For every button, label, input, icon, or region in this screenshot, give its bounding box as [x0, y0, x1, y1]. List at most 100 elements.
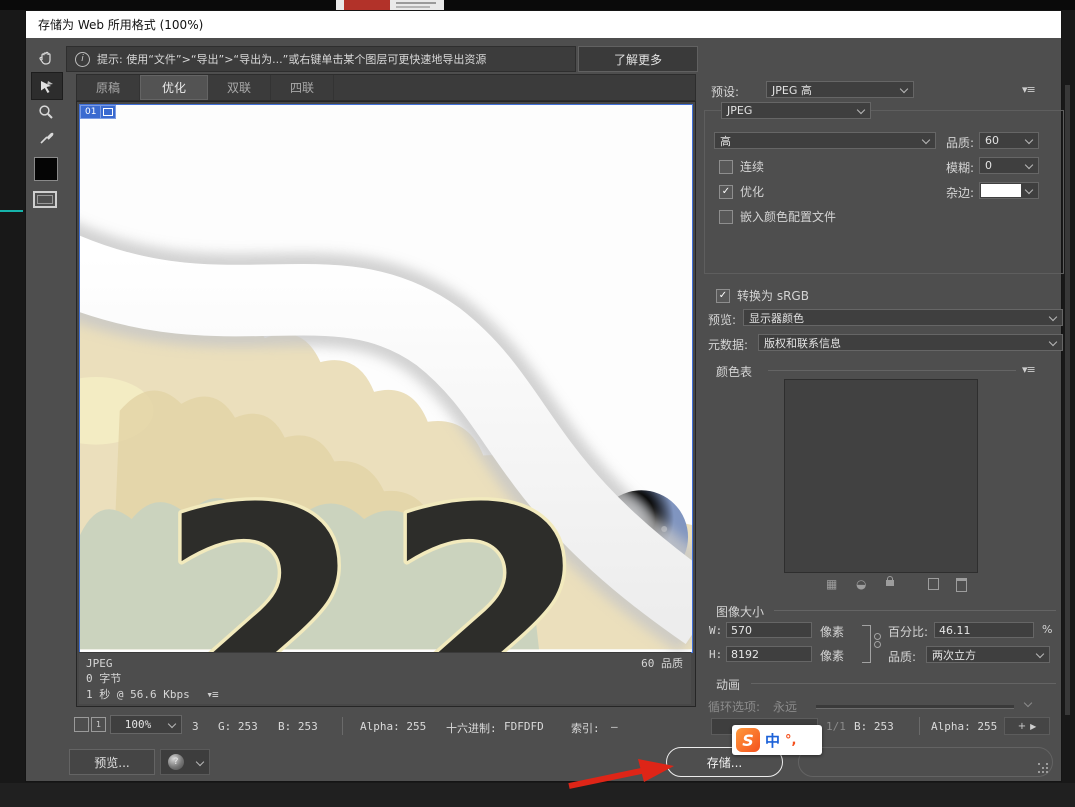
convert-srgb-checkbox[interactable]: ✓ 转换为 sRGB [716, 287, 809, 304]
blur-dropdown[interactable]: 0 [979, 157, 1039, 174]
background-panel-edge [1065, 85, 1070, 715]
loop-options-label: 循环选项: [708, 698, 760, 715]
image-size-header: 图像大小 [716, 603, 764, 620]
slice-toggle-icon[interactable] [74, 717, 89, 732]
preview-mode-dropdown[interactable]: 显示器颜色 [743, 309, 1063, 326]
chevron-down-icon [900, 84, 908, 92]
resize-grip[interactable] [1038, 763, 1040, 765]
color-table-header: 颜色表 [716, 363, 752, 380]
cancel-button-ghost[interactable] [798, 747, 1053, 777]
color-table-swatches[interactable] [784, 379, 978, 573]
status-menu-icon[interactable]: ▾≡ [206, 688, 217, 701]
matte-label: 杂边: [946, 184, 974, 201]
status-filesize: 0 字节 [86, 671, 684, 686]
zoom-icon [37, 103, 55, 121]
slice-image-icon [101, 105, 116, 119]
tip-message: i 提示: 使用“文件”>“导出”>“导出为...”或右键单击某个图层可更快速地… [66, 46, 576, 72]
hand-tool-button[interactable] [31, 45, 61, 71]
percent-unit: % [1042, 623, 1052, 636]
width-unit: 像素 [820, 623, 844, 640]
chevron-down-icon [1049, 312, 1057, 320]
toggle-slices-visibility-button[interactable] [33, 191, 57, 208]
preview-in-browser-button[interactable]: 预览... [69, 749, 155, 775]
height-label: H: [709, 648, 722, 661]
format-dropdown[interactable]: JPEG [721, 102, 871, 119]
zoom-tool-button[interactable] [31, 99, 61, 125]
quality-dropdown[interactable]: 60 [979, 132, 1039, 149]
embed-profile-checkbox[interactable]: 嵌入颜色配置文件 [719, 208, 836, 225]
chevron-down-icon [1025, 185, 1033, 193]
quality-label: 品质: [946, 134, 974, 151]
info-icon: i [75, 52, 90, 67]
preview-canvas[interactable]: 22 01 [79, 104, 693, 653]
r-readout: 3 [192, 720, 199, 733]
eyedropper-color-swatch[interactable] [34, 157, 58, 181]
web-shift-icon[interactable]: ◒ [856, 577, 866, 591]
color-table-menu-icon[interactable]: ▾≡ [1022, 363, 1035, 376]
hex-label: 十六进制: [446, 720, 497, 736]
preview-frame: 22 01 JPEG 0 字节 1 秒 @ 56.6 Kbps ▾≡ 60 品质 [76, 101, 696, 707]
percent-input[interactable]: 46.11 [934, 622, 1034, 638]
matte-dropdown[interactable] [979, 182, 1039, 199]
status-quality: 60 品质 [641, 656, 683, 671]
hex-value: FDFDFD [504, 720, 544, 733]
dialog-titlebar[interactable]: 存储为 Web 所用格式 (100%) [26, 11, 1061, 38]
preview-mode-label: 预览: [708, 311, 736, 328]
index-value: — [611, 720, 618, 733]
frame-nav-buttons[interactable]: + ▶ [1004, 717, 1050, 735]
checkbox-unchecked [719, 160, 733, 174]
guide-line [0, 210, 23, 212]
artwork: 22 [80, 105, 692, 652]
ime-indicator[interactable]: S 中 °, [732, 725, 822, 755]
checkbox-unchecked [719, 210, 733, 224]
new-color-icon[interactable] [928, 578, 939, 590]
anim-b-readout: B: 253 [854, 720, 894, 733]
status-speed: 1 秒 @ 56.6 Kbps [86, 688, 190, 701]
metadata-dropdown[interactable]: 版权和联系信息 [758, 334, 1063, 351]
slice-badge[interactable]: 01 [80, 105, 116, 119]
width-input[interactable]: 570 [726, 622, 812, 638]
annotation-arrow [566, 753, 678, 793]
loop-options-chevron-icon[interactable] [1024, 699, 1032, 707]
chevron-down-icon [1025, 135, 1033, 143]
ime-language-toggle[interactable]: 中 [765, 730, 780, 751]
optimized-checkbox[interactable]: ✓ 优化 [719, 183, 764, 200]
anim-alpha-readout: Alpha: 255 [931, 720, 997, 733]
tab-2up[interactable]: 双联 [208, 75, 271, 100]
ime-punctuation-toggle[interactable]: °, [785, 733, 796, 748]
link-dimensions-bracket [862, 625, 871, 663]
slice-number: 01 [80, 105, 101, 119]
background-window-strip [0, 0, 1075, 10]
chevron-down-icon [196, 758, 204, 766]
compression-quality-dropdown[interactable]: 高 [714, 132, 936, 149]
delete-color-icon[interactable] [956, 578, 967, 592]
slice-info-icon[interactable]: 1 [91, 717, 106, 732]
zoom-level-dropdown[interactable]: 100% [110, 715, 182, 734]
next-frame-plus-icon[interactable]: + [1018, 721, 1026, 732]
hand-icon [37, 49, 55, 67]
preview-status: JPEG 0 字节 1 秒 @ 56.6 Kbps ▾≡ 60 品质 [79, 652, 691, 704]
height-input[interactable]: 8192 [726, 646, 812, 662]
tab-4up[interactable]: 四联 [271, 75, 334, 100]
frame-counter: 1/1 [826, 720, 846, 733]
preset-dropdown[interactable]: JPEG 高 [766, 81, 914, 98]
browser-dropdown-chevron[interactable] [191, 749, 210, 775]
preset-panel-menu-icon[interactable]: ▾≡ [1022, 83, 1035, 96]
artwork-number: 22 [157, 446, 608, 652]
slice-select-tool-button[interactable] [31, 72, 63, 100]
g-readout: G: 253 [218, 720, 258, 733]
dialog-title: 存储为 Web 所用格式 (100%) [38, 16, 203, 33]
link-icon[interactable] [874, 633, 881, 640]
resample-dropdown[interactable]: 两次立方 [926, 646, 1050, 663]
tab-original[interactable]: 原稿 [77, 75, 140, 100]
lock-color-icon[interactable] [886, 580, 894, 586]
tab-optimized[interactable]: 优化 [140, 75, 208, 100]
eyedropper-tool-button[interactable] [31, 125, 61, 151]
dither-icon[interactable]: ▦ [826, 577, 837, 591]
metadata-label: 元数据: [708, 336, 748, 353]
play-icon[interactable]: ▶ [1030, 722, 1036, 731]
browser-select-button[interactable]: ? [160, 749, 192, 775]
progressive-checkbox[interactable]: 连续 [719, 158, 764, 175]
background-bottom [0, 783, 1075, 807]
learn-more-button[interactable]: 了解更多 [578, 46, 698, 72]
